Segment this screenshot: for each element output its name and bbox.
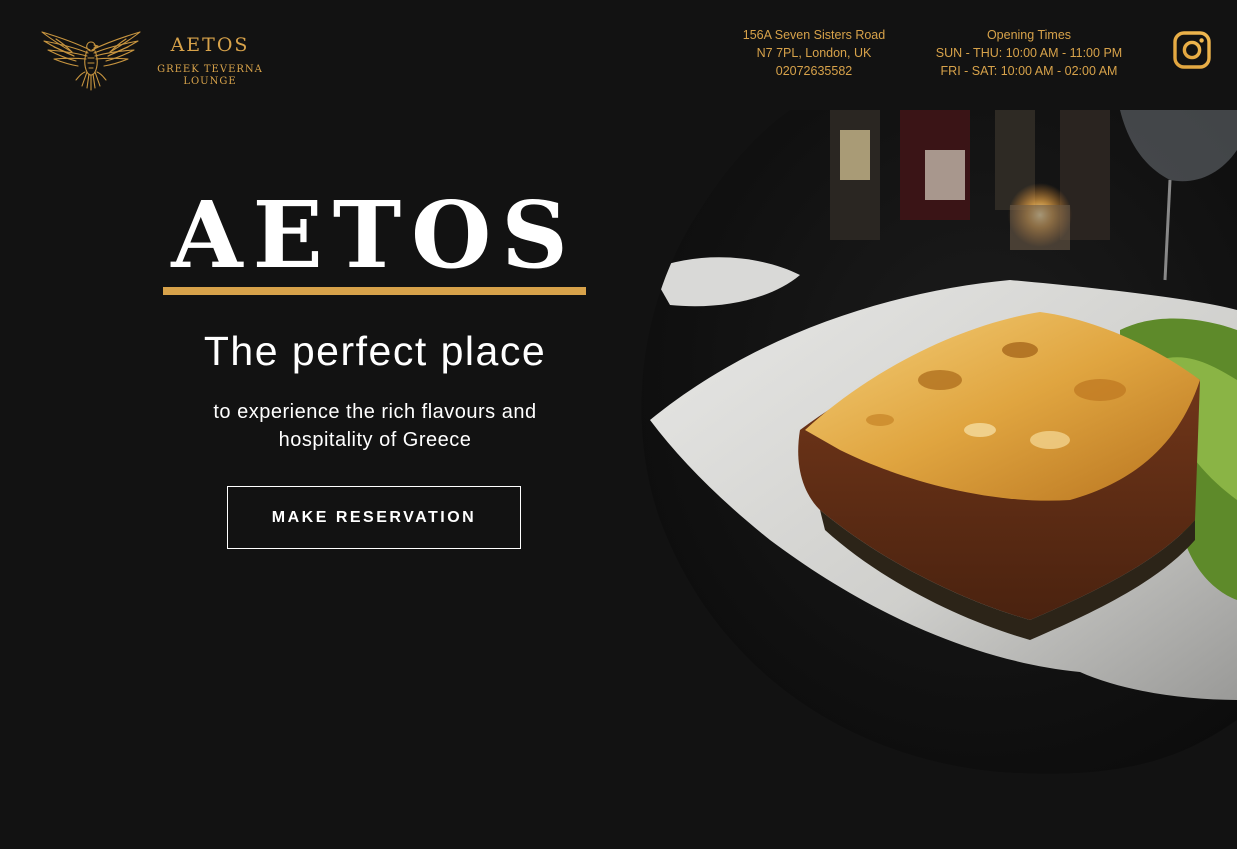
address-line2-link[interactable]: N7 7PL, London, UK bbox=[714, 44, 914, 62]
make-reservation-button[interactable]: MAKE RESERVATION bbox=[227, 486, 521, 549]
hero-subtitle: The perfect place bbox=[203, 328, 547, 374]
opening-times-weekday: SUN - THU: 10:00 AM - 11:00 PM bbox=[935, 46, 1123, 60]
hero-title: AETOS bbox=[171, 181, 578, 289]
eagle-icon bbox=[41, 31, 141, 91]
opening-times-weekend: FRI - SAT: 10:00 AM - 02:00 AM bbox=[940, 64, 1118, 78]
hero-title-underline bbox=[163, 287, 586, 295]
hero-description: to experience the rich flavours and hosp… bbox=[213, 401, 537, 451]
opening-times-title: Opening Times bbox=[986, 28, 1072, 42]
brand-logo[interactable]: AETOS GREEK TEVERNA LOUNGE bbox=[38, 28, 268, 94]
phone-link[interactable]: 02072635582 bbox=[714, 62, 914, 80]
brand-tagline: GREEK TEVERNA bbox=[157, 64, 263, 75]
opening-times: Opening Times SUN - THU: 10:00 AM - 11:0… bbox=[914, 26, 1144, 80]
instagram-icon[interactable] bbox=[1173, 31, 1211, 69]
brand-name: AETOS bbox=[170, 34, 250, 56]
address-line1-link[interactable]: 156A Seven Sisters Road bbox=[714, 26, 914, 44]
site-header: AETOS GREEK TEVERNA LOUNGE 156A Seven Si… bbox=[0, 0, 1237, 110]
brand-tagline-secondary: LOUNGE bbox=[183, 76, 237, 87]
address-block: 156A Seven Sisters Road N7 7PL, London, … bbox=[714, 26, 914, 80]
